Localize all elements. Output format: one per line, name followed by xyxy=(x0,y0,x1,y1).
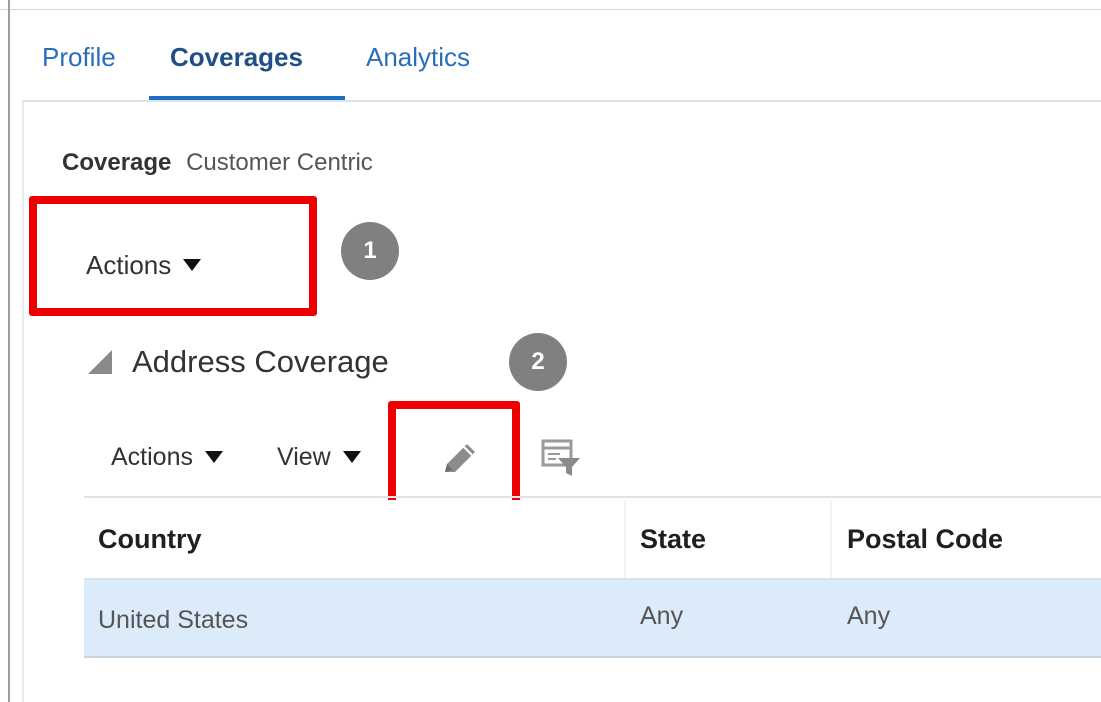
window-top-edge xyxy=(0,0,1101,10)
column-header-country[interactable]: Country xyxy=(98,524,202,555)
section-title: Address Coverage xyxy=(132,344,389,379)
query-by-example-filter-icon[interactable] xyxy=(540,436,584,480)
tab-coverages[interactable]: Coverages xyxy=(170,40,303,74)
tab-analytics[interactable]: Analytics xyxy=(366,40,470,74)
cell-country: United States xyxy=(98,606,249,634)
table-header-row: Country State Postal Code xyxy=(84,500,1101,578)
tab-bar-divider xyxy=(22,100,1101,102)
address-coverage-header[interactable]: Address Coverage xyxy=(88,344,389,380)
column-header-postal-code[interactable]: Postal Code xyxy=(847,524,1003,555)
collapse-triangle-icon[interactable] xyxy=(88,350,112,374)
view-menu-button[interactable]: View xyxy=(277,440,361,474)
tab-profile[interactable]: Profile xyxy=(42,40,116,74)
caret-down-icon xyxy=(342,451,361,463)
coverage-label: Coverage xyxy=(62,149,172,176)
panel-left-border xyxy=(22,100,24,702)
step-1-badge: 1 xyxy=(341,222,399,280)
table-actions-menu-button[interactable]: Actions xyxy=(111,440,223,474)
table-actions-label: Actions xyxy=(111,443,193,471)
cell-state: Any xyxy=(640,602,684,630)
highlight-box-actions xyxy=(29,196,317,316)
column-separator xyxy=(624,500,626,578)
caret-down-icon xyxy=(204,451,223,463)
coverage-value: Customer Centric xyxy=(186,149,373,176)
coverage-field: Coverage Customer Centric xyxy=(62,146,373,180)
window-left-edge xyxy=(0,0,10,702)
step-2-badge: 2 xyxy=(509,333,567,391)
toolbar-divider xyxy=(84,496,1101,498)
column-header-state[interactable]: State xyxy=(640,524,706,555)
cell-postal-code: Any xyxy=(847,602,891,630)
view-menu-label: View xyxy=(277,443,331,471)
column-separator xyxy=(830,500,832,578)
table-row[interactable]: United States Any Any xyxy=(84,578,1101,658)
address-coverage-table: Country State Postal Code United States … xyxy=(84,500,1101,658)
